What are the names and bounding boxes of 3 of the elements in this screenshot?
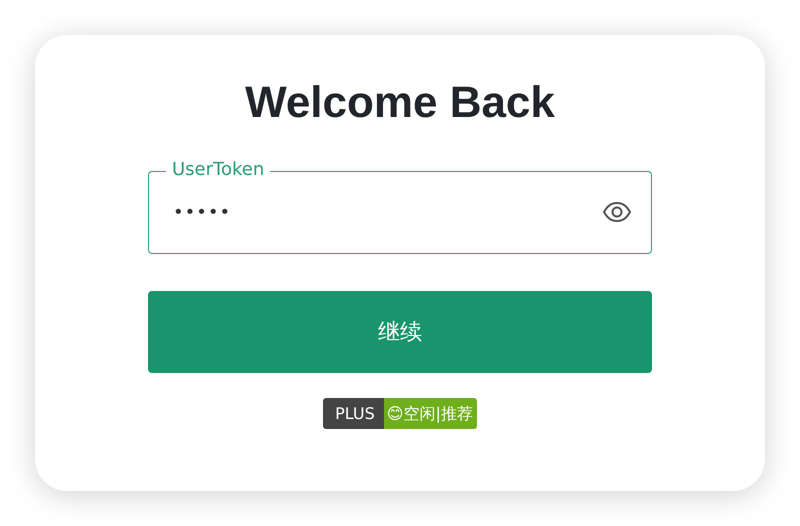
page-title: Welcome Back [244, 81, 556, 125]
continue-button[interactable]: 继续 [148, 291, 652, 373]
eye-icon[interactable] [602, 201, 632, 223]
